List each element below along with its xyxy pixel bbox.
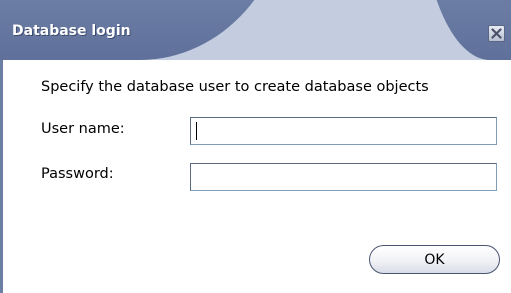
database-login-dialog: Database login Specify the database user… [0, 0, 511, 293]
password-label: Password: [41, 166, 114, 182]
close-button[interactable] [488, 25, 505, 42]
title-bar[interactable]: Database login [0, 0, 511, 60]
window-left-border [0, 60, 3, 293]
window-title: Database login [12, 23, 131, 39]
user-name-input[interactable] [190, 117, 497, 145]
ok-button[interactable]: OK [369, 245, 500, 274]
instruction-text: Specify the database user to create data… [41, 79, 429, 95]
user-name-label: User name: [41, 121, 125, 137]
password-input[interactable] [190, 163, 497, 191]
close-icon [491, 28, 502, 39]
text-caret [196, 122, 197, 140]
